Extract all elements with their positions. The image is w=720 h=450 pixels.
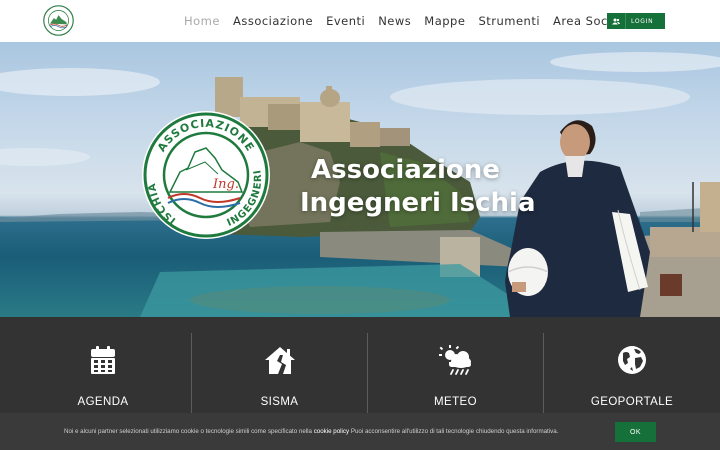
cookie-banner: Noi e alcuni partner selezionati utilizz… xyxy=(0,413,720,450)
cookie-message: Noi e alcuni partner selezionati utilizz… xyxy=(64,428,558,435)
cookie-text-before: Noi e alcuni partner selezionati utilizz… xyxy=(64,428,314,435)
house-crack-icon xyxy=(264,347,295,374)
calendar-icon xyxy=(91,346,115,374)
nav-news[interactable]: News xyxy=(378,14,411,28)
hero-banner: ASSOCIAZIONE ISCHIA INGEGNERI Ing. Assoc… xyxy=(0,42,720,317)
site-header: Home Associazione Eventi News Mappe Stru… xyxy=(0,0,720,42)
feature-meteo-label: METEO xyxy=(434,396,477,408)
cloud-sun-rain-icon xyxy=(438,345,471,375)
feature-geoportale-label: GEOPORTALE xyxy=(590,396,674,408)
nav-strumenti[interactable]: Strumenti xyxy=(478,14,540,28)
cookie-ok-button[interactable]: OK xyxy=(615,422,656,442)
nav-home[interactable]: Home xyxy=(184,14,220,28)
cookie-policy-link[interactable]: cookie policy xyxy=(314,428,349,435)
hero-title-line-1: Associazione xyxy=(311,155,500,185)
cookie-text-after: Puoi acconsentire all'utilizzo di tali t… xyxy=(349,428,559,435)
login-label: LOGIN xyxy=(631,17,654,25)
nav-associazione[interactable]: Associazione xyxy=(233,14,313,28)
nav-mappe[interactable]: Mappe xyxy=(424,14,465,28)
users-icon xyxy=(607,13,626,29)
login-button[interactable]: LOGIN xyxy=(607,13,665,29)
emblem-center-text: Ing. xyxy=(212,177,239,192)
main-nav: Home Associazione Eventi News Mappe Stru… xyxy=(184,0,625,42)
hero-title: Associazione Ingegneri Ischia xyxy=(300,154,536,220)
association-logo-icon[interactable] xyxy=(43,5,74,36)
association-emblem: ASSOCIAZIONE ISCHIA INGEGNERI Ing. xyxy=(142,111,270,239)
feature-sisma-label: SISMA xyxy=(260,396,299,408)
nav-eventi[interactable]: Eventi xyxy=(326,14,365,28)
globe-icon xyxy=(618,346,646,374)
nav-area-soci[interactable]: Area Soci xyxy=(553,14,611,28)
hero-title-line-2: Ingegneri Ischia xyxy=(300,188,536,218)
feature-agenda-label: AGENDA xyxy=(77,396,129,408)
